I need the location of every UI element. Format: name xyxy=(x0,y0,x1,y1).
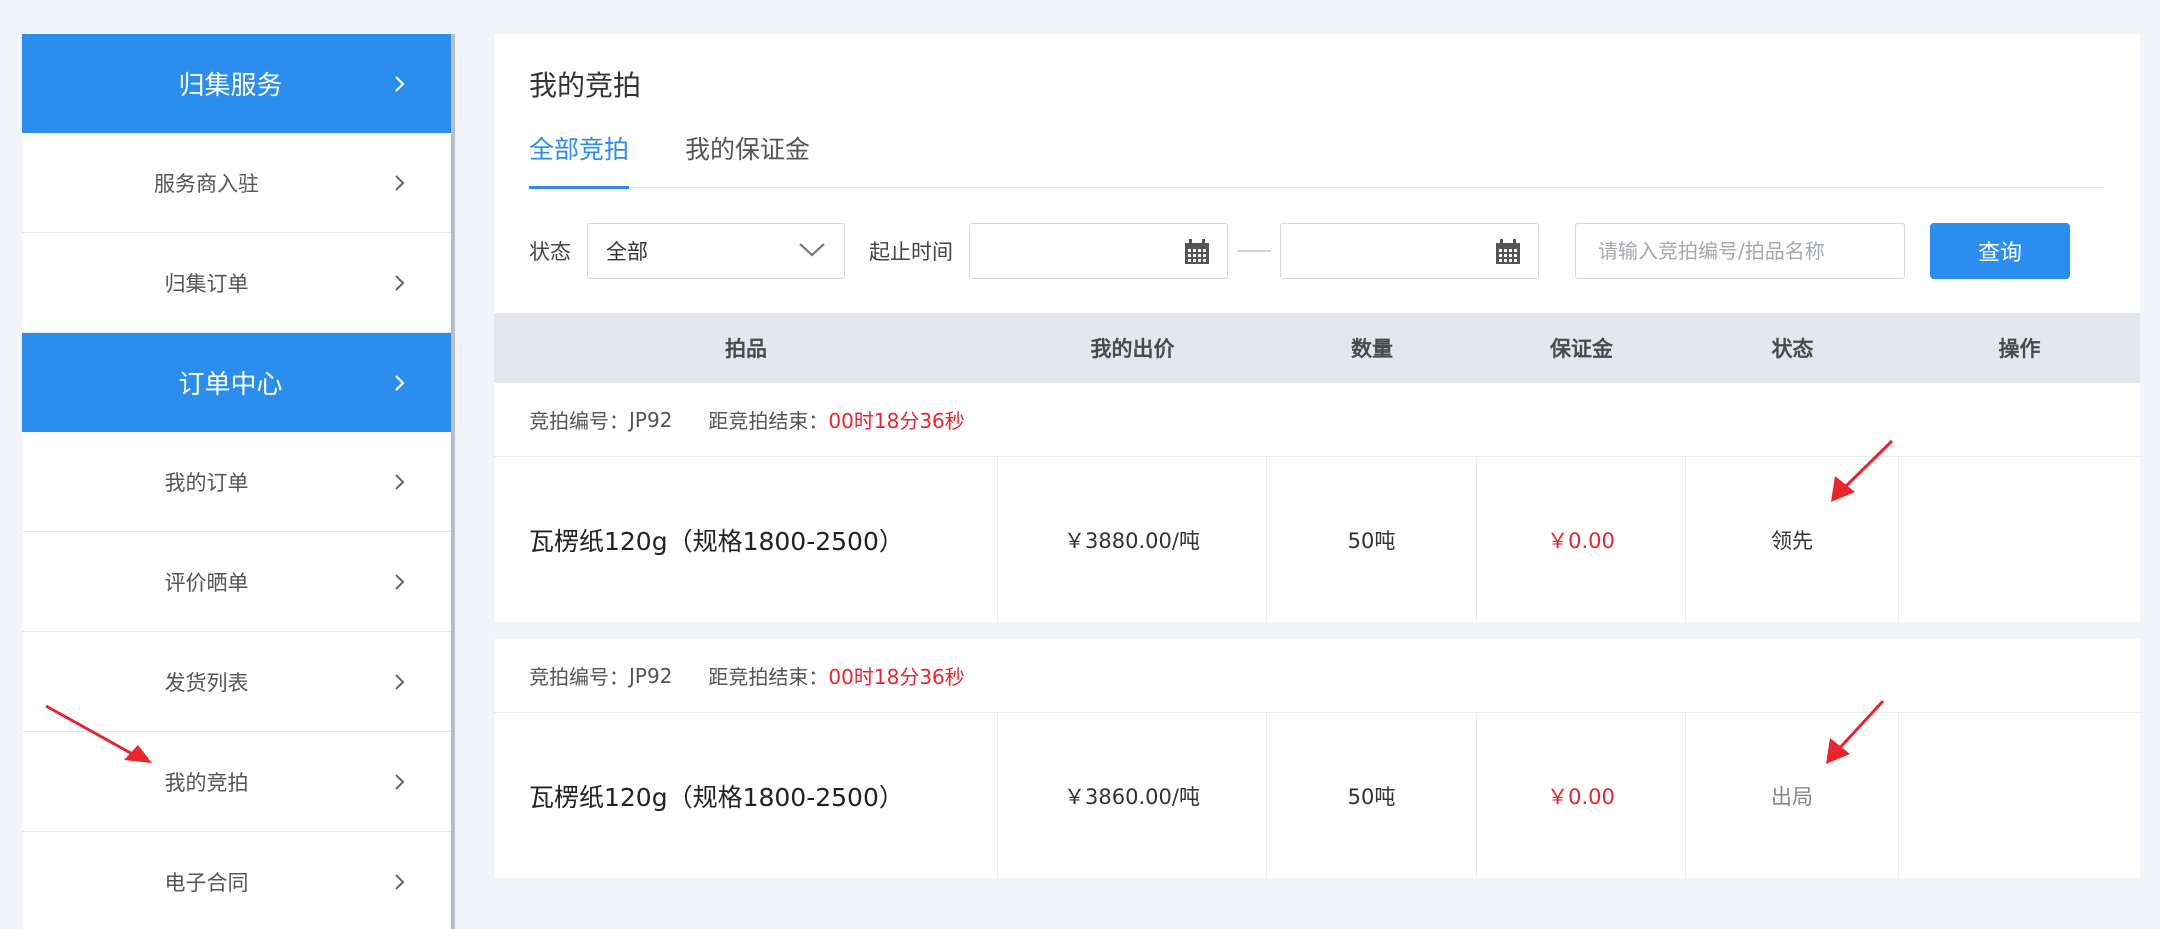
column-header-my-bid: 我的出价 xyxy=(1090,337,1175,361)
table-row: 瓦楞纸120g（规格1800-2500） ￥3860.00/吨 50吨 ￥0.0… xyxy=(494,713,2140,878)
column-header-deposit: 保证金 xyxy=(1550,337,1613,361)
quantity: 50吨 xyxy=(1267,713,1477,878)
sidebar-item-label: 订单中心 xyxy=(178,370,283,400)
my-bid-price: ￥3880.00/吨 xyxy=(998,457,1267,622)
tab-bar: 全部竞拍 我的保证金 xyxy=(529,130,2105,189)
countdown-label: 距竞拍结束： xyxy=(708,665,829,689)
status-select-value: 全部 xyxy=(606,240,648,264)
chevron-down-icon xyxy=(798,239,826,263)
table-header: 拍品 我的出价 数量 保证金 状态 操作 xyxy=(494,313,2140,383)
bid-no: JP92 xyxy=(629,407,673,432)
sidebar-item-label: 我的竞拍 xyxy=(164,770,249,795)
quantity: 50吨 xyxy=(1267,457,1477,622)
chevron-right-icon xyxy=(389,472,409,492)
tab-all-auctions[interactable]: 全部竞拍 xyxy=(529,130,630,189)
sidebar-item-label: 我的订单 xyxy=(164,470,249,495)
countdown-timer: 00时18分36秒 xyxy=(828,665,965,689)
chevron-right-icon xyxy=(389,273,409,293)
chevron-right-icon xyxy=(389,173,409,193)
sidebar-item-e-contracts[interactable]: 电子合同 xyxy=(22,832,451,929)
sidebar: 归集服务 服务商入驻 归集订单 订单中心 我的订单 评价晒单 发货列表 我的竞拍… xyxy=(22,34,455,929)
chevron-right-icon xyxy=(389,373,409,393)
chevron-right-icon xyxy=(389,672,409,692)
page-title: 我的竞拍 xyxy=(529,69,642,102)
chevron-right-icon xyxy=(389,872,409,892)
chevron-right-icon xyxy=(389,74,409,94)
column-header-quantity: 数量 xyxy=(1351,337,1393,361)
annotation-arrow-icon xyxy=(45,704,152,763)
status-filter-label: 状态 xyxy=(529,240,571,264)
sidebar-item-label: 电子合同 xyxy=(164,870,249,895)
sidebar-item-provider-onboarding[interactable]: 服务商入驻 xyxy=(22,133,451,233)
action-cell xyxy=(1899,713,2140,878)
deposit: ￥0.00 xyxy=(1477,457,1686,622)
date-range-separator xyxy=(1237,250,1271,252)
action-cell xyxy=(1899,457,2140,622)
sidebar-item-collection-orders[interactable]: 归集订单 xyxy=(22,233,451,333)
sidebar-item-label: 归集订单 xyxy=(164,271,249,296)
sidebar-item-reviews[interactable]: 评价晒单 xyxy=(22,532,451,632)
bid-no: JP92 xyxy=(629,663,673,688)
product-name: 瓦楞纸120g（规格1800-2500） xyxy=(494,713,998,878)
my-bid-price: ￥3860.00/吨 xyxy=(998,713,1267,878)
chevron-right-icon xyxy=(389,572,409,592)
query-button[interactable]: 查询 xyxy=(1930,223,2070,279)
time-range-label: 起止时间 xyxy=(869,240,953,264)
bid-no-label: 竞拍编号： xyxy=(529,409,629,433)
product-name: 瓦楞纸120g（规格1800-2500） xyxy=(494,457,998,622)
annotation-arrow-icon xyxy=(1826,699,1885,764)
sidebar-group-order-center[interactable]: 订单中心 xyxy=(22,333,451,432)
countdown-label: 距竞拍结束： xyxy=(708,409,829,433)
calendar-icon xyxy=(1184,239,1210,269)
column-header-action: 操作 xyxy=(1998,337,2041,361)
status-select[interactable]: 全部 xyxy=(587,223,845,279)
sidebar-item-label: 评价晒单 xyxy=(164,570,249,595)
sidebar-item-label: 服务商入驻 xyxy=(154,171,259,196)
sidebar-item-label: 发货列表 xyxy=(164,670,249,695)
column-header-product: 拍品 xyxy=(725,337,767,361)
calendar-icon xyxy=(1495,239,1521,269)
end-date-input[interactable] xyxy=(1280,223,1539,279)
chevron-right-icon xyxy=(389,772,409,792)
auction-card-header: 竞拍编号： JP92 距竞拍结束： 00时18分36秒 xyxy=(494,639,2140,713)
countdown-timer: 00时18分36秒 xyxy=(828,409,965,433)
sidebar-item-label: 归集服务 xyxy=(178,71,283,101)
panel-header: 我的竞拍 全部竞拍 我的保证金 状态 全部 起止时间 请输入竞拍编号/拍品名称 … xyxy=(494,34,2140,313)
auction-card: 竞拍编号： JP92 距竞拍结束： 00时18分36秒 瓦楞纸120g（规格18… xyxy=(494,639,2140,878)
deposit: ￥0.00 xyxy=(1477,713,1686,878)
start-date-input[interactable] xyxy=(969,223,1228,279)
bid-no-label: 竞拍编号： xyxy=(529,665,629,689)
column-header-status: 状态 xyxy=(1771,337,1814,361)
tab-my-deposit[interactable]: 我的保证金 xyxy=(685,130,810,188)
annotation-arrow-icon xyxy=(1831,439,1894,502)
sidebar-group-collection-service[interactable]: 归集服务 xyxy=(22,34,451,133)
search-input[interactable] xyxy=(1575,223,1905,279)
filter-bar: 状态 全部 起止时间 请输入竞拍编号/拍品名称 查询 xyxy=(529,223,2070,279)
sidebar-item-my-orders[interactable]: 我的订单 xyxy=(22,432,451,532)
